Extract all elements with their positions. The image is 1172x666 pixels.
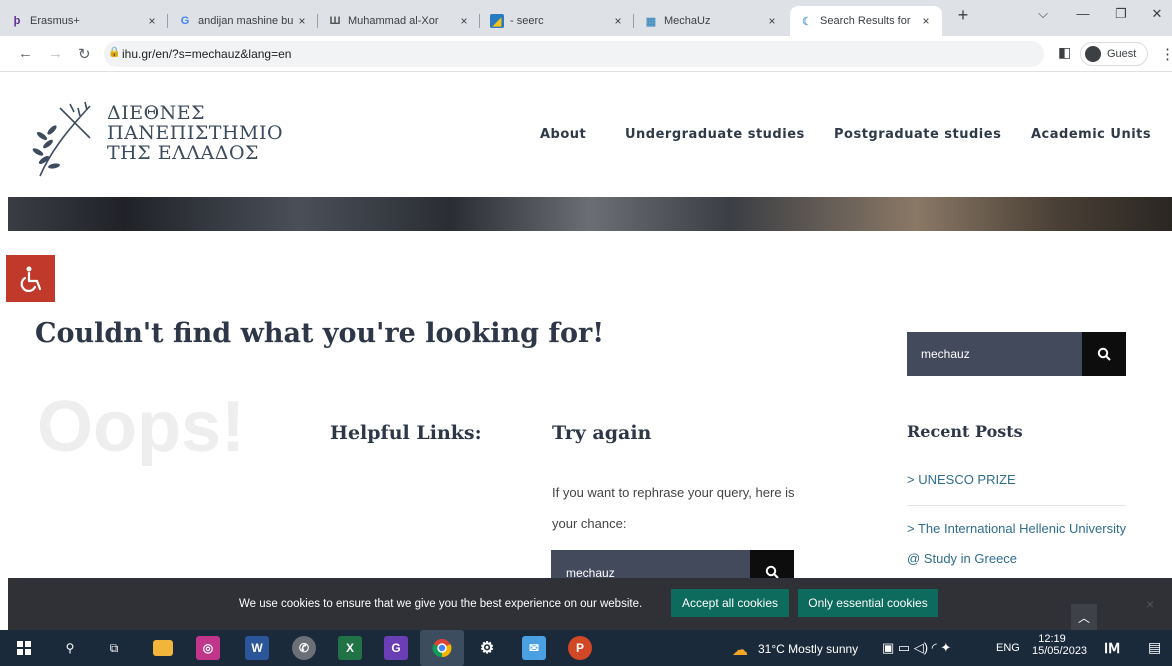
try-again-description: If you want to rephrase your query, here… [552,485,795,531]
address-bar[interactable]: 🔒 ihu.gr/en/?s=mechauz&lang=en [104,41,1044,67]
search-icon [1097,347,1111,361]
accept-all-cookies-button[interactable]: Accept all cookies [671,589,789,617]
close-icon[interactable]: × [144,14,160,28]
tab-mechauz[interactable]: ▦ MechaUz × [634,6,788,36]
recent-post-link[interactable]: > UNESCO PRIZE [907,465,1127,495]
try-again-heading: Try again [552,422,652,444]
wheelchair-icon [20,266,41,292]
window-close-icon[interactable]: ✕ [1142,6,1172,22]
tab-seerc[interactable]: ◢ - seerc × [480,6,634,36]
weather-icon: ☁ [732,642,748,659]
tab-search-icon[interactable]: ⌵ [1028,6,1058,22]
word-icon[interactable]: W [245,636,269,660]
clock-date: 15/05/2023 [1032,645,1088,657]
minimize-icon[interactable]: — [1068,6,1098,21]
university-logo-text: ΔΙΕΘΝΕΣ ΠΑΝΕΠΙΣΤΗΜΙΟ ΤΗΣ ΕΛΛΑΔΟΣ [107,103,283,163]
profile-button[interactable]: Guest [1080,42,1148,66]
lock-icon: 🔒 [108,47,121,58]
mechauz-icon: ▦ [645,15,657,28]
essential-cookies-button[interactable]: Only essential cookies [798,589,938,617]
language-indicator[interactable]: ENG [996,642,1020,654]
new-tab-button[interactable]: + [948,5,978,26]
close-icon[interactable]: × [918,14,934,28]
post-divider [907,505,1126,506]
cookie-close-icon[interactable]: × [1146,596,1154,612]
instagram-icon[interactable]: ◎ [196,636,220,660]
back-icon[interactable]: ← [18,45,33,62]
seerc-icon: ◢ [490,14,504,28]
mail-icon[interactable]: ✉ [522,636,546,660]
close-icon[interactable]: × [456,14,472,28]
university-logo-icon [32,101,91,177]
menu-icon[interactable]: ⋮ [1160,45,1172,63]
app-tray-icon[interactable]: Ⅰ𝖬 [1104,640,1120,657]
close-icon[interactable]: × [294,14,310,28]
search-input[interactable]: mechauz [921,347,970,361]
wikipedia-icon: Ш [329,15,341,27]
cookie-banner: We use cookies to ensure that we give yo… [8,578,1172,630]
nav-postgraduate[interactable]: Postgraduate studies [834,127,1001,142]
avatar [1085,46,1101,62]
clock[interactable]: 12:19 15/05/2023 [1032,633,1088,657]
tab-search-results[interactable]: ☾ Search Results for × [790,6,942,36]
cookie-message: We use cookies to ensure that we give yo… [239,598,643,610]
oops-watermark: Oops! [37,387,245,467]
tab-erasmus[interactable]: þ Erasmus+ × [0,6,168,36]
google-icon: G [180,15,190,27]
erasmus-icon: þ [13,15,21,27]
sidebar-search-form: mechauz [907,332,1126,376]
app-g-icon[interactable]: G [384,636,408,660]
tab-wikipedia[interactable]: Ш Muhammad al-Xor × [318,6,480,36]
search-button[interactable] [1082,332,1126,376]
nav-academic-units[interactable]: Academic Units [1031,127,1151,142]
file-explorer-icon[interactable] [153,640,173,656]
recent-post-link[interactable]: > The International Hellenic University … [907,514,1127,574]
restore-icon[interactable]: ❐ [1106,6,1136,22]
search-icon [765,565,779,579]
whatsapp-icon[interactable]: ✆ [292,636,316,660]
weather-text[interactable]: 31°C Mostly sunny [758,642,858,656]
url-text: ihu.gr/en/?s=mechauz&lang=en [122,47,292,61]
tab-label: MechaUz [664,15,711,27]
nav-about[interactable]: About [540,127,586,142]
logo-line: ΔΙΕΘΝΕΣ [107,102,206,124]
tab-label: Erasmus+ [30,15,80,27]
nav-undergraduate[interactable]: Undergraduate studies [625,127,805,142]
forward-icon[interactable]: → [48,45,63,62]
tab-label: Search Results for [820,15,911,27]
accessibility-button[interactable] [6,255,55,302]
sidepanel-icon[interactable]: ◧ [1058,44,1071,61]
excel-icon[interactable]: X [338,636,362,660]
scroll-top-chevron-up-icon[interactable]: ︿ [1071,604,1097,630]
clock-time: 12:19 [1038,633,1066,645]
header-banner-image [8,197,1172,231]
chrome-icon[interactable] [420,630,464,666]
windows-start-icon[interactable] [12,636,36,660]
browser-tab-strip: þ Erasmus+ × G andijan mashine bu × Ш Mu… [0,0,1172,36]
search-icon[interactable]: ⚲ [58,636,82,660]
close-icon[interactable]: × [764,14,780,28]
logo-line: ΤΗΣ ΕΛΛΑΔΟΣ [107,142,259,164]
ihu-icon: ☾ [802,15,812,28]
tray-icons[interactable]: ▣ ▭ ◁) ◜ ✦ [882,640,951,656]
task-view-icon[interactable]: ⧉ [102,636,126,660]
tab-label: andijan mashine bu [198,15,294,27]
notification-icon[interactable]: ▤ [1148,639,1161,656]
tab-label: Muhammad al-Xor [348,15,439,27]
powerpoint-icon[interactable]: P [568,636,592,660]
close-icon[interactable]: × [610,14,626,28]
tab-label: - seerc [510,15,544,27]
recent-posts-heading: Recent Posts [907,422,1023,441]
settings-gear-icon[interactable]: ⚙ [475,636,499,660]
reload-icon[interactable]: ↻ [78,45,91,63]
helpful-links-heading: Helpful Links: [330,422,482,444]
tab-google[interactable]: G andijan mashine bu × [168,6,318,36]
browser-toolbar: ← → ↻ 🔒 ihu.gr/en/?s=mechauz&lang=en ◧ ⋮ [0,36,1172,72]
windows-taskbar: ⚲ ⧉ ◎ W ✆ X G ⚙ ✉ P ☁ 31°C Mostly sunny … [0,630,1172,666]
logo-line: ΠΑΝΕΠΙΣΤΗΜΙΟ [107,122,284,144]
profile-label: Guest [1107,48,1137,60]
page-title: Couldn't find what you're looking for! [35,318,605,349]
